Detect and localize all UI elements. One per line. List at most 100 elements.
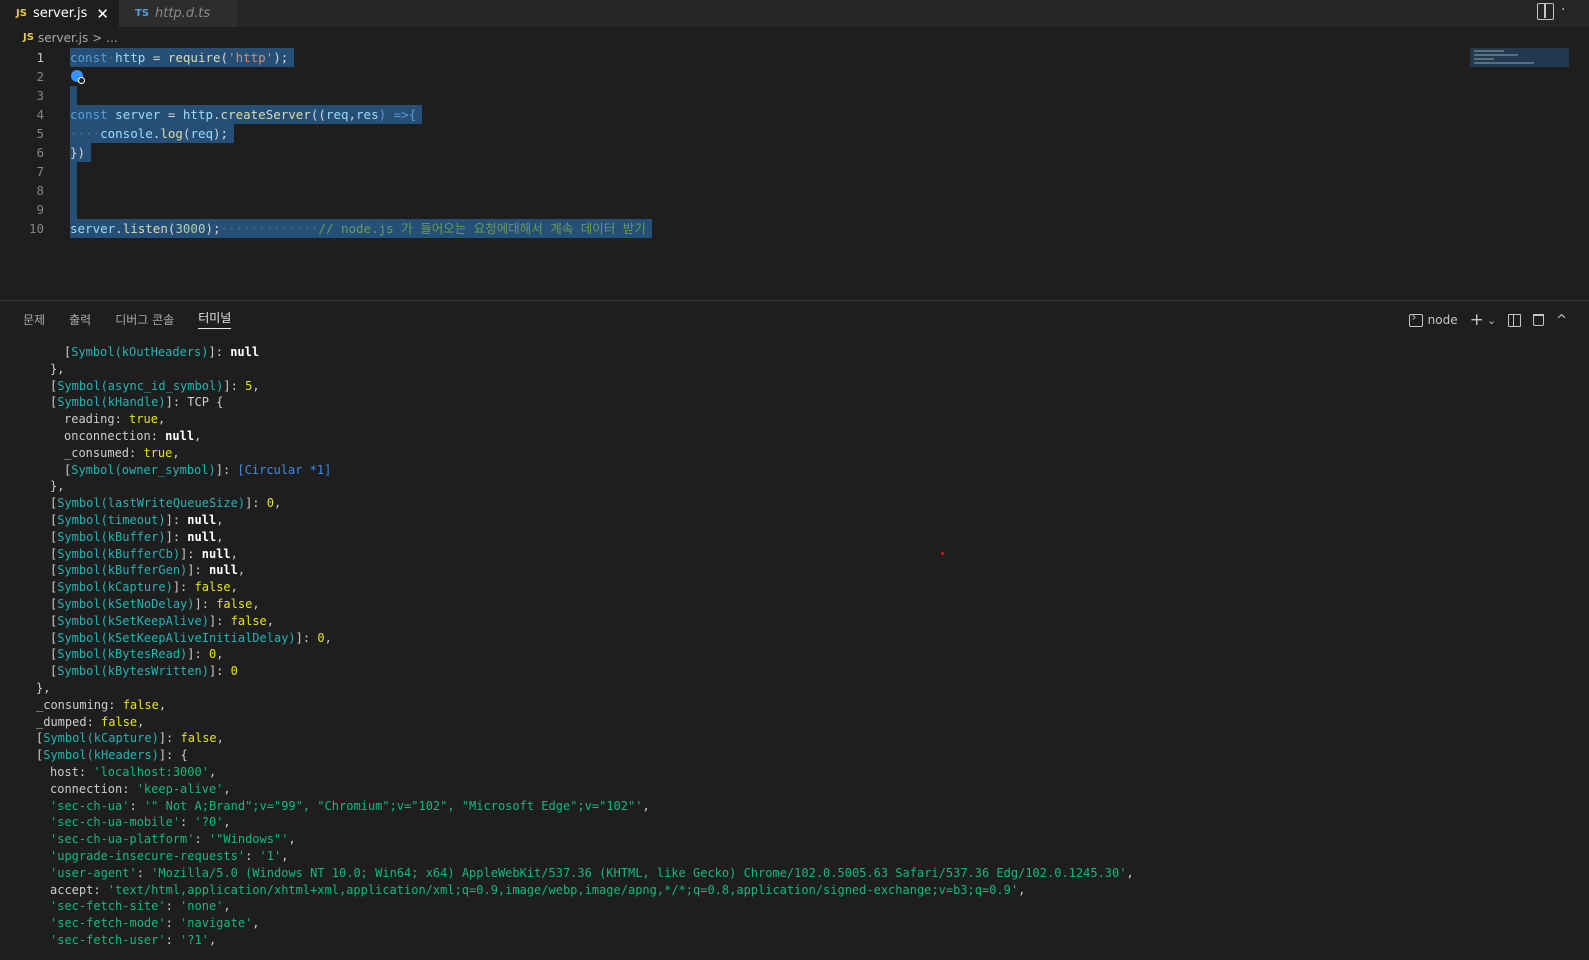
terminal-line: 'sec-fetch-site': 'none', <box>50 898 231 915</box>
line-number: 5 <box>36 126 44 141</box>
chevron-down-icon[interactable]: ⌄ <box>1487 314 1496 327</box>
kill-terminal-button[interactable] <box>1533 314 1545 326</box>
terminal-token: , <box>216 529 224 544</box>
line-number: 8 <box>36 183 44 198</box>
terminal-token: 'localhost:3000' <box>93 765 209 779</box>
line-number: 4 <box>36 107 44 122</box>
terminal-token: }, <box>50 361 65 376</box>
terminal-token: Symbol(timeout) <box>57 513 166 527</box>
tab-terminal[interactable]: 터미널 <box>198 309 232 329</box>
terminal-line: [Symbol(kBufferCb)]: null, <box>50 546 238 563</box>
code-line-2[interactable]: 2 <box>0 67 1470 86</box>
terminal-token: : <box>180 815 195 830</box>
panel-tab-bar: 문제 출력 디버그 콘솔 터미널 <box>0 301 1589 337</box>
terminal-token: , <box>324 630 332 645</box>
terminal-token: Symbol(kHandle) <box>57 395 166 410</box>
terminal-token: ]: <box>245 496 267 511</box>
chevron-up-icon: ^ <box>1556 312 1567 328</box>
lightbulb-icon[interactable] <box>71 70 85 84</box>
terminal-token: , <box>208 765 217 779</box>
breadcrumb-more[interactable]: ... <box>106 31 117 45</box>
terminal-line: _consuming: false, <box>36 697 166 714</box>
terminal-token: false <box>216 597 253 611</box>
terminal-line: }, <box>50 361 64 378</box>
terminal-token: }, <box>36 681 51 695</box>
terminal-token: 'keep-alive' <box>136 781 224 796</box>
code-line-9[interactable]: 9 <box>0 200 1470 219</box>
terminal-token: '?0' <box>194 815 224 830</box>
line-number: 3 <box>36 88 44 103</box>
terminal-token: '1' <box>259 849 282 863</box>
code-line-10[interactable]: 10 server.listen(3000);·············// n… <box>0 219 1470 238</box>
terminal-token: , <box>208 933 217 947</box>
plus-icon: + <box>1469 310 1484 330</box>
terminal-token: _dumped: <box>36 714 102 729</box>
terminal-token: null <box>187 513 217 527</box>
minimap[interactable] <box>1470 48 1569 67</box>
terminal-line: [Symbol(kCapture)]: false, <box>50 579 238 596</box>
tab-http-d-ts[interactable]: TS http.d.ts <box>119 0 237 27</box>
tab-debug-console[interactable]: 디버그 콘솔 <box>115 311 174 328</box>
maximize-panel-button[interactable]: ^ <box>1556 313 1567 328</box>
terminal-line: [Symbol(owner_symbol)]: [Circular *1] <box>64 462 331 479</box>
code-text: ····console.log(req); <box>70 124 235 143</box>
terminal-token: null <box>230 345 260 359</box>
split-editor-icon[interactable] <box>1537 3 1554 20</box>
tab-output[interactable]: 출력 <box>69 311 91 328</box>
terminal-token: 'sec-fetch-site' <box>50 899 166 914</box>
terminal-token: 'user-agent' <box>50 865 137 880</box>
panel-actions: node + ⌄ ^ <box>1408 310 1567 330</box>
terminal-token: , <box>642 798 650 813</box>
terminal-token: false <box>230 613 267 628</box>
terminal-token: , <box>158 697 167 712</box>
code-editor[interactable]: 1 const·http = require('http'); 2 3 4 co… <box>0 48 1589 300</box>
split-terminal-button[interactable] <box>1508 313 1522 327</box>
terminal-token: , <box>237 563 246 578</box>
terminal-token: , <box>223 815 231 830</box>
code-line-1[interactable]: 1 const·http = require('http'); <box>0 48 1470 67</box>
terminal-token: ]: <box>180 546 202 561</box>
terminal-token: _consuming: <box>36 697 123 712</box>
breadcrumb-file[interactable]: server.js <box>38 31 88 45</box>
terminal-line: 'user-agent': 'Mozilla/5.0 (Windows NT 1… <box>50 865 1134 882</box>
terminal-token: ]: <box>172 580 195 595</box>
tab-problems[interactable]: 문제 <box>23 311 45 328</box>
terminal-line: }, <box>50 478 64 495</box>
terminal-token: , <box>252 597 260 611</box>
terminal-token: 'sec-ch-ua' <box>50 798 130 813</box>
code-line-3[interactable]: 3 <box>0 86 1470 105</box>
terminal-token: : <box>245 849 260 863</box>
terminal-token: _consumed: <box>64 445 144 460</box>
close-icon[interactable]: ✕ <box>96 5 109 23</box>
terminal-line: 'sec-fetch-user': '?1', <box>50 932 216 949</box>
terminal-token: Symbol(kOutHeaders) <box>71 345 209 359</box>
terminal-output[interactable]: [Symbol(kOutHeaders)]: null}, [Symbol(asy… <box>0 344 1589 960</box>
terminal-selector[interactable]: node <box>1408 310 1458 327</box>
terminal-token: 'navigate' <box>180 916 253 931</box>
terminal-line: [Symbol(kSetNoDelay)]: false, <box>50 596 260 613</box>
ts-file-icon: TS <box>135 8 150 19</box>
code-line-7[interactable]: 7 <box>0 162 1470 181</box>
more-actions-icon[interactable]: · <box>1561 2 1565 18</box>
terminal-token: Symbol(kSetKeepAliveInitialDelay) <box>57 630 296 645</box>
terminal-token: accept: <box>50 882 108 897</box>
code-line-6[interactable]: 6 }) <box>0 143 1470 162</box>
terminal-line: [Symbol(kCapture)]: false, <box>36 730 224 747</box>
line-number: 7 <box>36 164 44 179</box>
cursor-dot <box>941 552 944 555</box>
code-line-5[interactable]: 5 ····console.log(req); <box>0 124 1470 143</box>
line-number: 9 <box>36 202 44 217</box>
terminal-name: node <box>1427 313 1458 327</box>
breadcrumb: JS server.js > ... <box>0 27 1589 48</box>
code-text: const server = http.createServer((req,re… <box>70 105 423 124</box>
terminal-token: Symbol(kCapture) <box>43 731 159 746</box>
terminal-token: , <box>172 445 180 460</box>
terminal-token: ]: <box>295 630 318 645</box>
new-terminal-button[interactable]: + ⌄ <box>1470 310 1496 330</box>
line-number: 1 <box>36 50 44 65</box>
terminal-token: null <box>187 529 217 544</box>
tab-server-js[interactable]: JS server.js ✕ <box>0 0 119 27</box>
code-line-8[interactable]: 8 <box>0 181 1470 200</box>
code-line-4[interactable]: 4 const server = http.createServer((req,… <box>0 105 1470 124</box>
terminal-token: Symbol(kSetNoDelay) <box>57 597 195 611</box>
